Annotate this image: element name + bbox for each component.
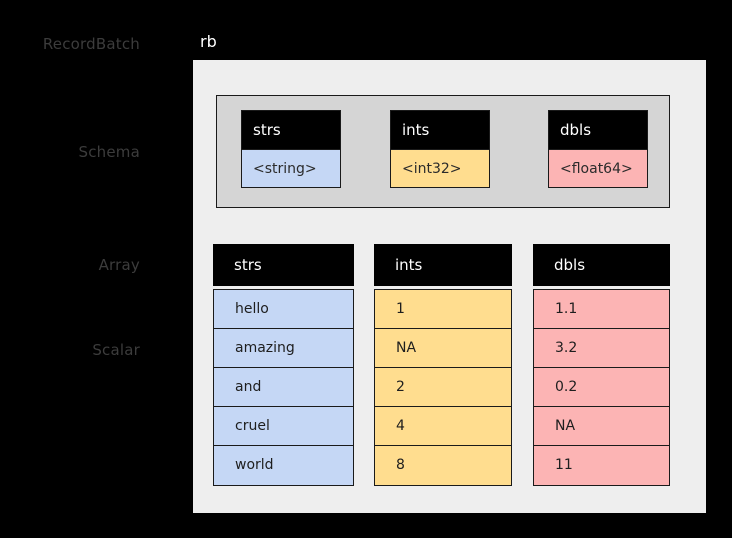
array-cell: NA	[534, 407, 669, 446]
array-cell: 1.1	[534, 290, 669, 329]
array-cell: 8	[375, 446, 511, 485]
array-cell: 1	[375, 290, 511, 329]
array-cell: 4	[375, 407, 511, 446]
array-column-ints-cells: 1 NA 2 4 8	[374, 289, 512, 486]
label-recordbatch: RecordBatch	[42, 35, 140, 53]
array-cell: 3.2	[534, 329, 669, 368]
label-schema: Schema	[78, 143, 140, 161]
array-cell: 2	[375, 368, 511, 407]
array-cell: and	[214, 368, 353, 407]
array-column-ints-header: ints	[374, 244, 512, 286]
array-cell: 0.2	[534, 368, 669, 407]
array-column-dbls: dbls 1.1 3.2 0.2 NA 11	[533, 244, 670, 486]
array-column-strs-cells: hello amazing and cruel world	[213, 289, 354, 486]
array-column-strs-header: strs	[213, 244, 354, 286]
array-column-dbls-header: dbls	[533, 244, 670, 286]
schema-field-dbls-type: <float64>	[549, 149, 647, 187]
schema-field-dbls-name: dbls	[549, 111, 647, 149]
array-cell: hello	[214, 290, 353, 329]
array-column-strs: strs hello amazing and cruel world	[213, 244, 354, 486]
schema-field-strs-name: strs	[242, 111, 340, 149]
array-cell: amazing	[214, 329, 353, 368]
label-array: Array	[98, 256, 140, 274]
array-cell: 11	[534, 446, 669, 485]
recordbatch-title: rb	[200, 32, 217, 51]
array-cell: NA	[375, 329, 511, 368]
label-scalar: Scalar	[92, 341, 140, 359]
schema-field-dbls: dbls <float64>	[548, 110, 648, 188]
schema-field-strs-type: <string>	[242, 149, 340, 187]
diagram-canvas: RecordBatch Schema Array Scalar rb strs …	[0, 0, 732, 538]
schema-field-ints-name: ints	[391, 111, 489, 149]
schema-field-ints: ints <int32>	[390, 110, 490, 188]
array-cell: world	[214, 446, 353, 485]
array-column-dbls-cells: 1.1 3.2 0.2 NA 11	[533, 289, 670, 486]
array-cell: cruel	[214, 407, 353, 446]
schema-field-ints-type: <int32>	[391, 149, 489, 187]
array-column-ints: ints 1 NA 2 4 8	[374, 244, 512, 486]
schema-field-strs: strs <string>	[241, 110, 341, 188]
